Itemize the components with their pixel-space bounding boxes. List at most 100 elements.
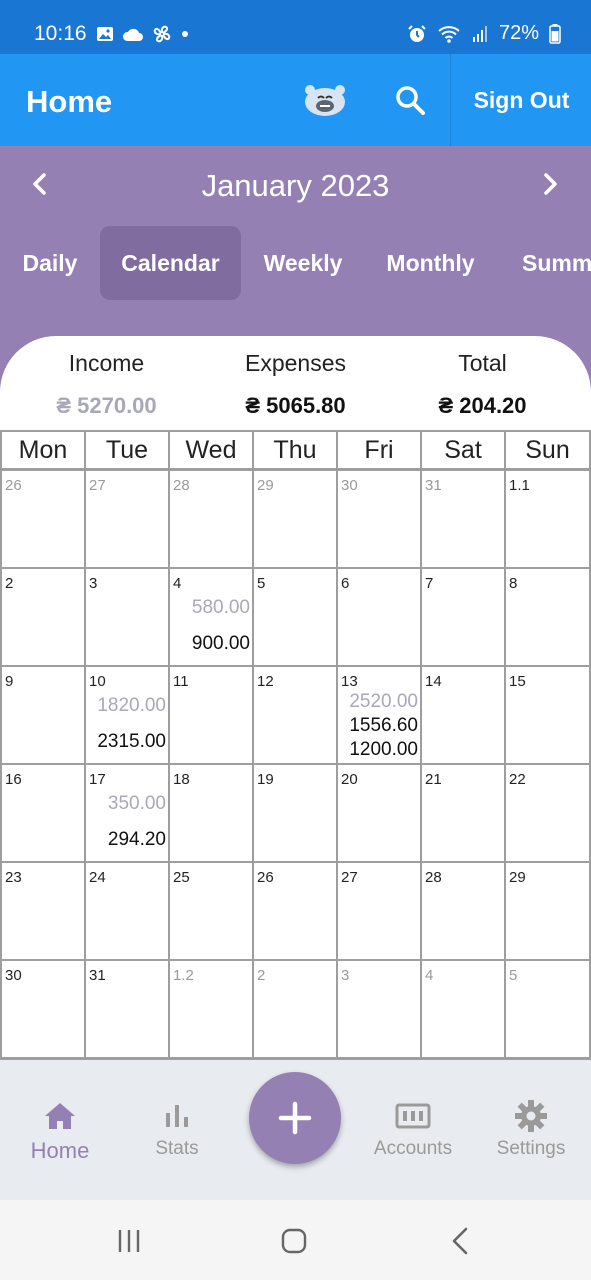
chevron-right-icon[interactable] <box>538 172 562 196</box>
calendar-day-cell[interactable]: 11 <box>170 667 252 763</box>
month-label: January 2023 <box>201 168 390 203</box>
calendar-day-cell[interactable]: 4 <box>422 961 504 1057</box>
calendar-day-cell[interactable]: 20 <box>338 765 420 861</box>
day-income: 2520.00 <box>349 691 418 712</box>
calendar-day-cell[interactable]: 2 <box>254 961 336 1057</box>
calendar-day-cell[interactable]: 14 <box>422 667 504 763</box>
calendar-grid: Mon Tue Wed Thu Fri Sat Sun 26 27 28 29 30 31 1.1 2 3 4 5… <box>0 430 591 1060</box>
day-number: 27 <box>341 869 358 886</box>
settings-icon <box>515 1100 547 1132</box>
day-income: 1820.00 <box>97 695 166 716</box>
calendar-day-cell[interactable]: 6 <box>338 569 420 665</box>
nav-home[interactable]: Home <box>0 1098 120 1164</box>
calendar-day-cell[interactable]: 5 <box>506 961 589 1057</box>
add-transaction-button[interactable] <box>249 1072 341 1164</box>
calendar-day-cell[interactable]: 26 <box>2 471 84 567</box>
back-icon[interactable] <box>450 1227 470 1255</box>
day-number: 5 <box>257 575 266 592</box>
dot-icon <box>182 31 188 37</box>
calendar-day-cell[interactable]: 18 <box>170 765 252 861</box>
nav-accounts[interactable]: Accounts <box>353 1098 473 1160</box>
total-value: ₴ 204.20 <box>438 393 527 418</box>
day-number: 18 <box>173 771 190 788</box>
calendar-day-cell[interactable]: 13 2520.00 1556.60 1200.00 <box>338 667 420 763</box>
calendar-day-cell[interactable]: 29 <box>254 471 336 567</box>
calendar-day-cell[interactable]: 24 <box>86 863 168 959</box>
calendar-day-cell[interactable]: 4 580.00 900.00 <box>170 569 252 665</box>
calendar-day-cell[interactable]: 25 <box>170 863 252 959</box>
calendar-day-cell[interactable]: 17 350.00 294.20 <box>86 765 168 861</box>
day-number: 1.2 <box>173 967 194 984</box>
battery-icon <box>549 23 561 44</box>
calendar-day-cell[interactable]: 26 <box>254 863 336 959</box>
system-nav-bar <box>0 1200 591 1280</box>
day-number: 9 <box>5 673 14 690</box>
tab-monthly[interactable]: Monthly <box>372 226 489 300</box>
calendar-day-cell[interactable]: 31 <box>86 961 168 1057</box>
tab-weekly[interactable]: Weekly <box>252 226 354 300</box>
calendar-day-cell[interactable]: 29 <box>506 863 589 959</box>
day-number: 2 <box>257 967 266 984</box>
calendar-day-cell[interactable]: 15 <box>506 667 589 763</box>
calendar-day-cell[interactable]: 28 <box>422 863 504 959</box>
day-number: 4 <box>173 575 182 592</box>
calendar-day-cell[interactable]: 23 <box>2 863 84 959</box>
day-number: 4 <box>425 967 434 984</box>
calendar-day-cell[interactable]: 21 <box>422 765 504 861</box>
view-tabs: Daily Calendar Weekly Monthly Summary <box>0 226 591 300</box>
calendar-day-cell[interactable]: 1.1 <box>506 471 589 567</box>
day-income: 580.00 <box>191 597 250 618</box>
battery-percent: 72% <box>498 22 539 44</box>
calendar-day-cell[interactable]: 16 <box>2 765 84 861</box>
cloud-icon <box>122 28 143 41</box>
calendar-day-cell[interactable]: 3 <box>338 961 420 1057</box>
day-number: 30 <box>5 967 22 984</box>
calendar-day-cell[interactable]: 27 <box>338 863 420 959</box>
mascot-icon[interactable] <box>302 82 348 118</box>
nav-settings-label: Settings <box>496 1138 566 1159</box>
recent-apps-icon[interactable] <box>116 1228 142 1254</box>
day-number: 23 <box>5 869 22 886</box>
calendar-day-cell[interactable]: 30 <box>338 471 420 567</box>
month-navigator: January 2023 <box>0 146 591 226</box>
nav-stats[interactable]: Stats <box>117 1098 237 1160</box>
calendar-day-cell[interactable]: 31 <box>422 471 504 567</box>
calendar-day-cell[interactable]: 9 <box>2 667 84 763</box>
calendar-day-cell[interactable]: 1.2 <box>170 961 252 1057</box>
sign-out-button[interactable]: Sign Out <box>450 54 591 146</box>
calendar-day-cell[interactable]: 5 <box>254 569 336 665</box>
day-number: 26 <box>257 869 274 886</box>
calendar-day-cell[interactable]: 3 <box>86 569 168 665</box>
nav-stats-label: Stats <box>155 1138 199 1159</box>
calendar-day-cell[interactable]: 28 <box>170 471 252 567</box>
calendar-day-cell[interactable]: 22 <box>506 765 589 861</box>
day-number: 17 <box>89 771 106 788</box>
calendar-day-cell[interactable]: 19 <box>254 765 336 861</box>
weekday-header: Fri <box>338 432 420 468</box>
calendar-day-cell[interactable]: 7 <box>422 569 504 665</box>
day-number: 10 <box>89 673 106 690</box>
day-number: 21 <box>425 771 442 788</box>
calendar-day-cell[interactable]: 12 <box>254 667 336 763</box>
tab-daily[interactable]: Daily <box>8 226 92 300</box>
home-button-icon[interactable] <box>280 1227 308 1255</box>
search-icon[interactable] <box>394 84 426 116</box>
calendar-day-cell[interactable]: 27 <box>86 471 168 567</box>
nav-settings[interactable]: Settings <box>471 1098 591 1160</box>
plus-icon <box>278 1101 312 1135</box>
expenses-value: ₴ 5065.80 <box>245 393 346 418</box>
calendar-day-cell[interactable]: 10 1820.00 2315.00 <box>86 667 168 763</box>
tab-summary[interactable]: Summary <box>508 226 591 300</box>
day-number: 26 <box>5 477 22 494</box>
calendar-day-cell[interactable]: 30 <box>2 961 84 1057</box>
alarm-icon <box>408 24 426 42</box>
day-number: 31 <box>89 967 106 984</box>
calendar-day-cell[interactable]: 8 <box>506 569 589 665</box>
income-value: ₴ 5270.00 <box>56 393 157 418</box>
tab-calendar[interactable]: Calendar <box>100 226 241 300</box>
day-number: 25 <box>173 869 190 886</box>
day-number: 11 <box>173 673 189 690</box>
day-expense: 294.20 <box>107 829 166 850</box>
accounts-icon <box>395 1103 431 1129</box>
calendar-day-cell[interactable]: 2 <box>2 569 84 665</box>
